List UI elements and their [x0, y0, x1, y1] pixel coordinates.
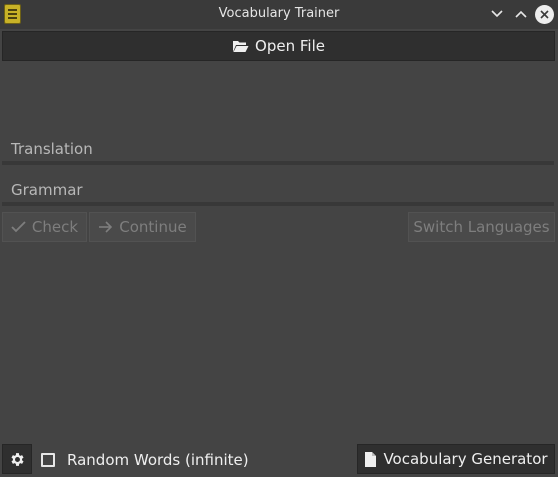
continue-button[interactable]: Continue	[89, 212, 196, 242]
app-window: Vocabulary Trainer Open File Translation…	[0, 0, 558, 477]
checkmark-icon	[11, 221, 26, 233]
translation-placeholder: Translation	[11, 140, 93, 158]
translation-field[interactable]: Translation	[2, 139, 554, 165]
check-button[interactable]: Check	[2, 212, 87, 242]
vocabulary-generator-button[interactable]: Vocabulary Generator	[357, 444, 555, 474]
settings-button[interactable]	[2, 444, 32, 474]
vocabulary-generator-label: Vocabulary Generator	[383, 450, 548, 468]
continue-label: Continue	[119, 218, 187, 236]
open-file-label: Open File	[255, 37, 325, 55]
folder-open-icon	[233, 41, 249, 52]
gear-icon	[10, 452, 24, 466]
grammar-placeholder: Grammar	[11, 181, 83, 199]
chevron-down-icon	[491, 10, 503, 18]
minimize-button[interactable]	[487, 4, 507, 24]
document-icon	[365, 451, 377, 467]
window-title: Vocabulary Trainer	[218, 6, 340, 21]
switch-languages-button[interactable]: Switch Languages	[408, 212, 555, 242]
maximize-button[interactable]	[511, 4, 531, 24]
open-file-button[interactable]: Open File	[2, 31, 555, 61]
random-words-label: Random Words (infinite)	[67, 451, 249, 469]
grammar-field[interactable]: Grammar	[2, 180, 554, 206]
random-words-toggle[interactable]: Random Words (infinite)	[41, 449, 249, 471]
close-button[interactable]	[534, 4, 554, 24]
close-icon	[539, 9, 549, 19]
random-words-checkbox[interactable]	[41, 453, 55, 467]
check-label: Check	[31, 218, 79, 236]
chevron-up-icon	[515, 10, 527, 18]
arrow-right-icon	[98, 221, 113, 233]
title-bar[interactable]: Vocabulary Trainer	[0, 0, 558, 29]
switch-languages-label: Switch Languages	[413, 218, 550, 236]
